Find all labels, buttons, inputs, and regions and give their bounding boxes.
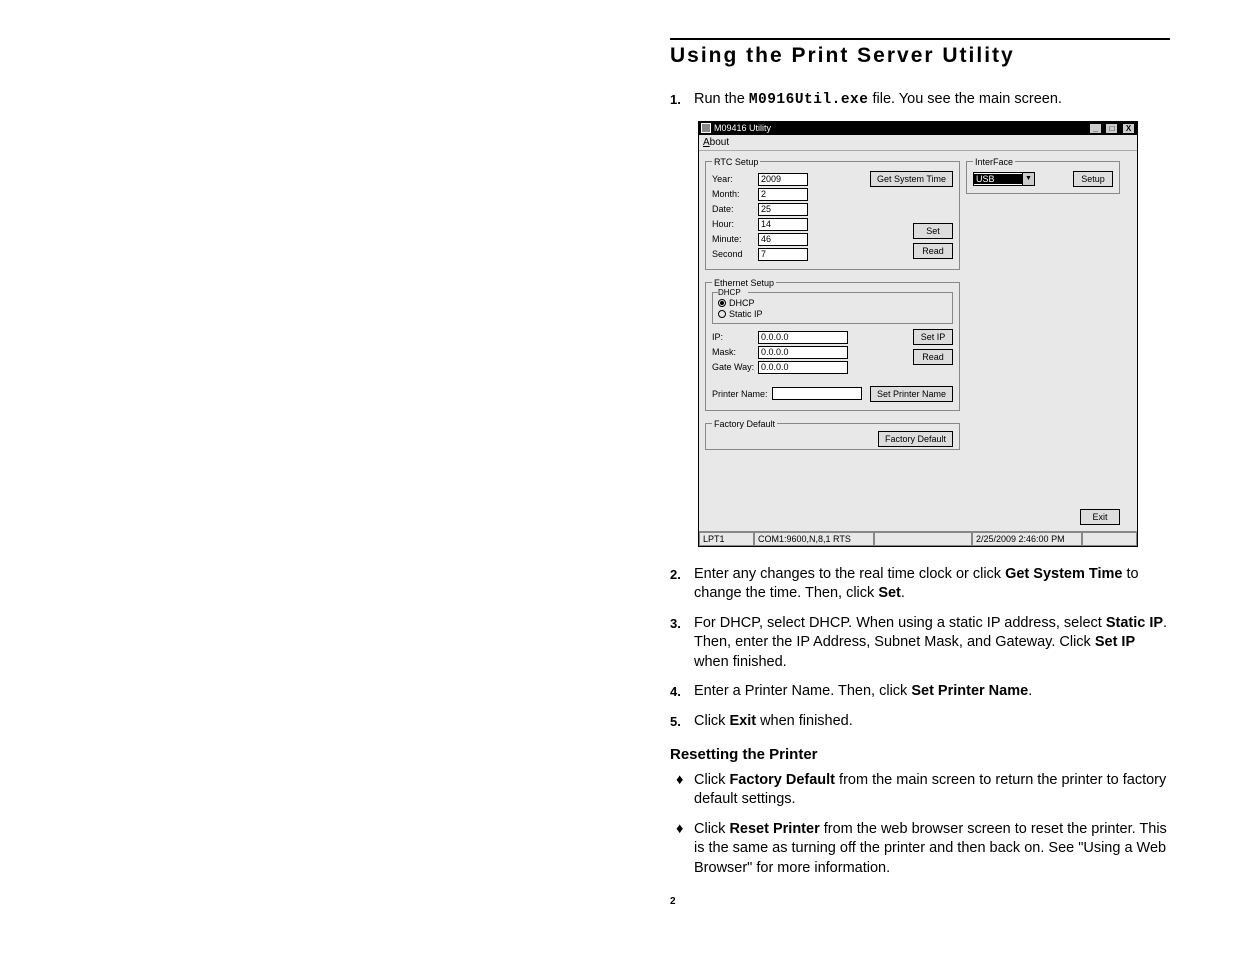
close-icon[interactable]: X: [1122, 123, 1135, 134]
window-title: M09416 Utility: [714, 123, 771, 133]
interface-setup-button[interactable]: Setup: [1073, 171, 1113, 187]
gateway-field[interactable]: [758, 361, 848, 374]
dhcp-radio[interactable]: DHCP: [718, 298, 947, 308]
printer-name-field[interactable]: [772, 387, 862, 400]
mask-field[interactable]: [758, 346, 848, 359]
month-field[interactable]: [758, 188, 808, 201]
step-text: Run the M0916Util.exe file. You see the …: [694, 90, 1170, 111]
bullet-icon: ♦: [670, 820, 694, 879]
step-number: 4.: [670, 682, 694, 702]
second-field[interactable]: [758, 248, 808, 261]
minimize-icon[interactable]: _: [1089, 123, 1102, 134]
bullet-text: Click Factory Default from the main scre…: [694, 771, 1170, 810]
dhcp-group: DHCP DHCP Static IP: [712, 292, 953, 324]
step-text: For DHCP, select DHCP. When using a stat…: [694, 614, 1170, 673]
interface-group: InterFace USB ▼ Setup: [966, 157, 1120, 194]
ip-field[interactable]: [758, 331, 848, 344]
status-datetime: 2/25/2009 2:46:00 PM: [972, 532, 1082, 546]
page-title: Using the Print Server Utility: [670, 38, 1170, 68]
get-system-time-button[interactable]: Get System Time: [870, 171, 953, 187]
factory-default-button[interactable]: Factory Default: [878, 431, 953, 447]
date-field[interactable]: [758, 203, 808, 216]
menubar: About: [699, 135, 1137, 151]
factory-default-group: Factory Default Factory Default: [705, 419, 960, 450]
exit-button[interactable]: Exit: [1080, 509, 1120, 525]
titlebar: M09416 Utility _ □ X: [699, 122, 1137, 135]
ethernet-setup-group: Ethernet Setup DHCP DHCP Static IP IP: M…: [705, 278, 960, 411]
statusbar: LPT1 COM1:9600,N,8,1 RTS 2/25/2009 2:46:…: [699, 531, 1137, 546]
bullet-icon: ♦: [670, 771, 694, 810]
bullet-text: Click Reset Printer from the web browser…: [694, 820, 1170, 879]
step-number: 3.: [670, 614, 694, 673]
rtc-setup-group: RTC Setup Year: Month: Date: Hour: Minut…: [705, 157, 960, 270]
step-text: Click Exit when finished.: [694, 712, 1170, 732]
status-com: COM1:9600,N,8,1 RTS: [754, 532, 874, 546]
status-lpt: LPT1: [699, 532, 754, 546]
step-number: 5.: [670, 712, 694, 732]
utility-window: M09416 Utility _ □ X About RTC Setup Yea…: [698, 121, 1138, 547]
set-ip-button[interactable]: Set IP: [913, 329, 953, 345]
page-number: 2: [670, 896, 1170, 907]
step-number: 2.: [670, 565, 694, 604]
subheading: Resetting the Printer: [670, 746, 1170, 763]
step-text: Enter a Printer Name. Then, click Set Pr…: [694, 682, 1170, 702]
rtc-set-button[interactable]: Set: [913, 223, 953, 239]
set-printer-name-button[interactable]: Set Printer Name: [870, 386, 953, 402]
hour-field[interactable]: [758, 218, 808, 231]
static-ip-radio[interactable]: Static IP: [718, 309, 947, 319]
eth-read-button[interactable]: Read: [913, 349, 953, 365]
app-icon: [701, 123, 711, 133]
year-field[interactable]: [758, 173, 808, 186]
interface-select[interactable]: USB ▼: [973, 172, 1035, 186]
menu-about[interactable]: About: [703, 137, 729, 148]
rtc-read-button[interactable]: Read: [913, 243, 953, 259]
step-text: Enter any changes to the real time clock…: [694, 565, 1170, 604]
step-number: 1.: [670, 90, 694, 111]
minute-field[interactable]: [758, 233, 808, 246]
chevron-down-icon[interactable]: ▼: [1022, 173, 1034, 185]
maximize-icon[interactable]: □: [1105, 123, 1118, 134]
